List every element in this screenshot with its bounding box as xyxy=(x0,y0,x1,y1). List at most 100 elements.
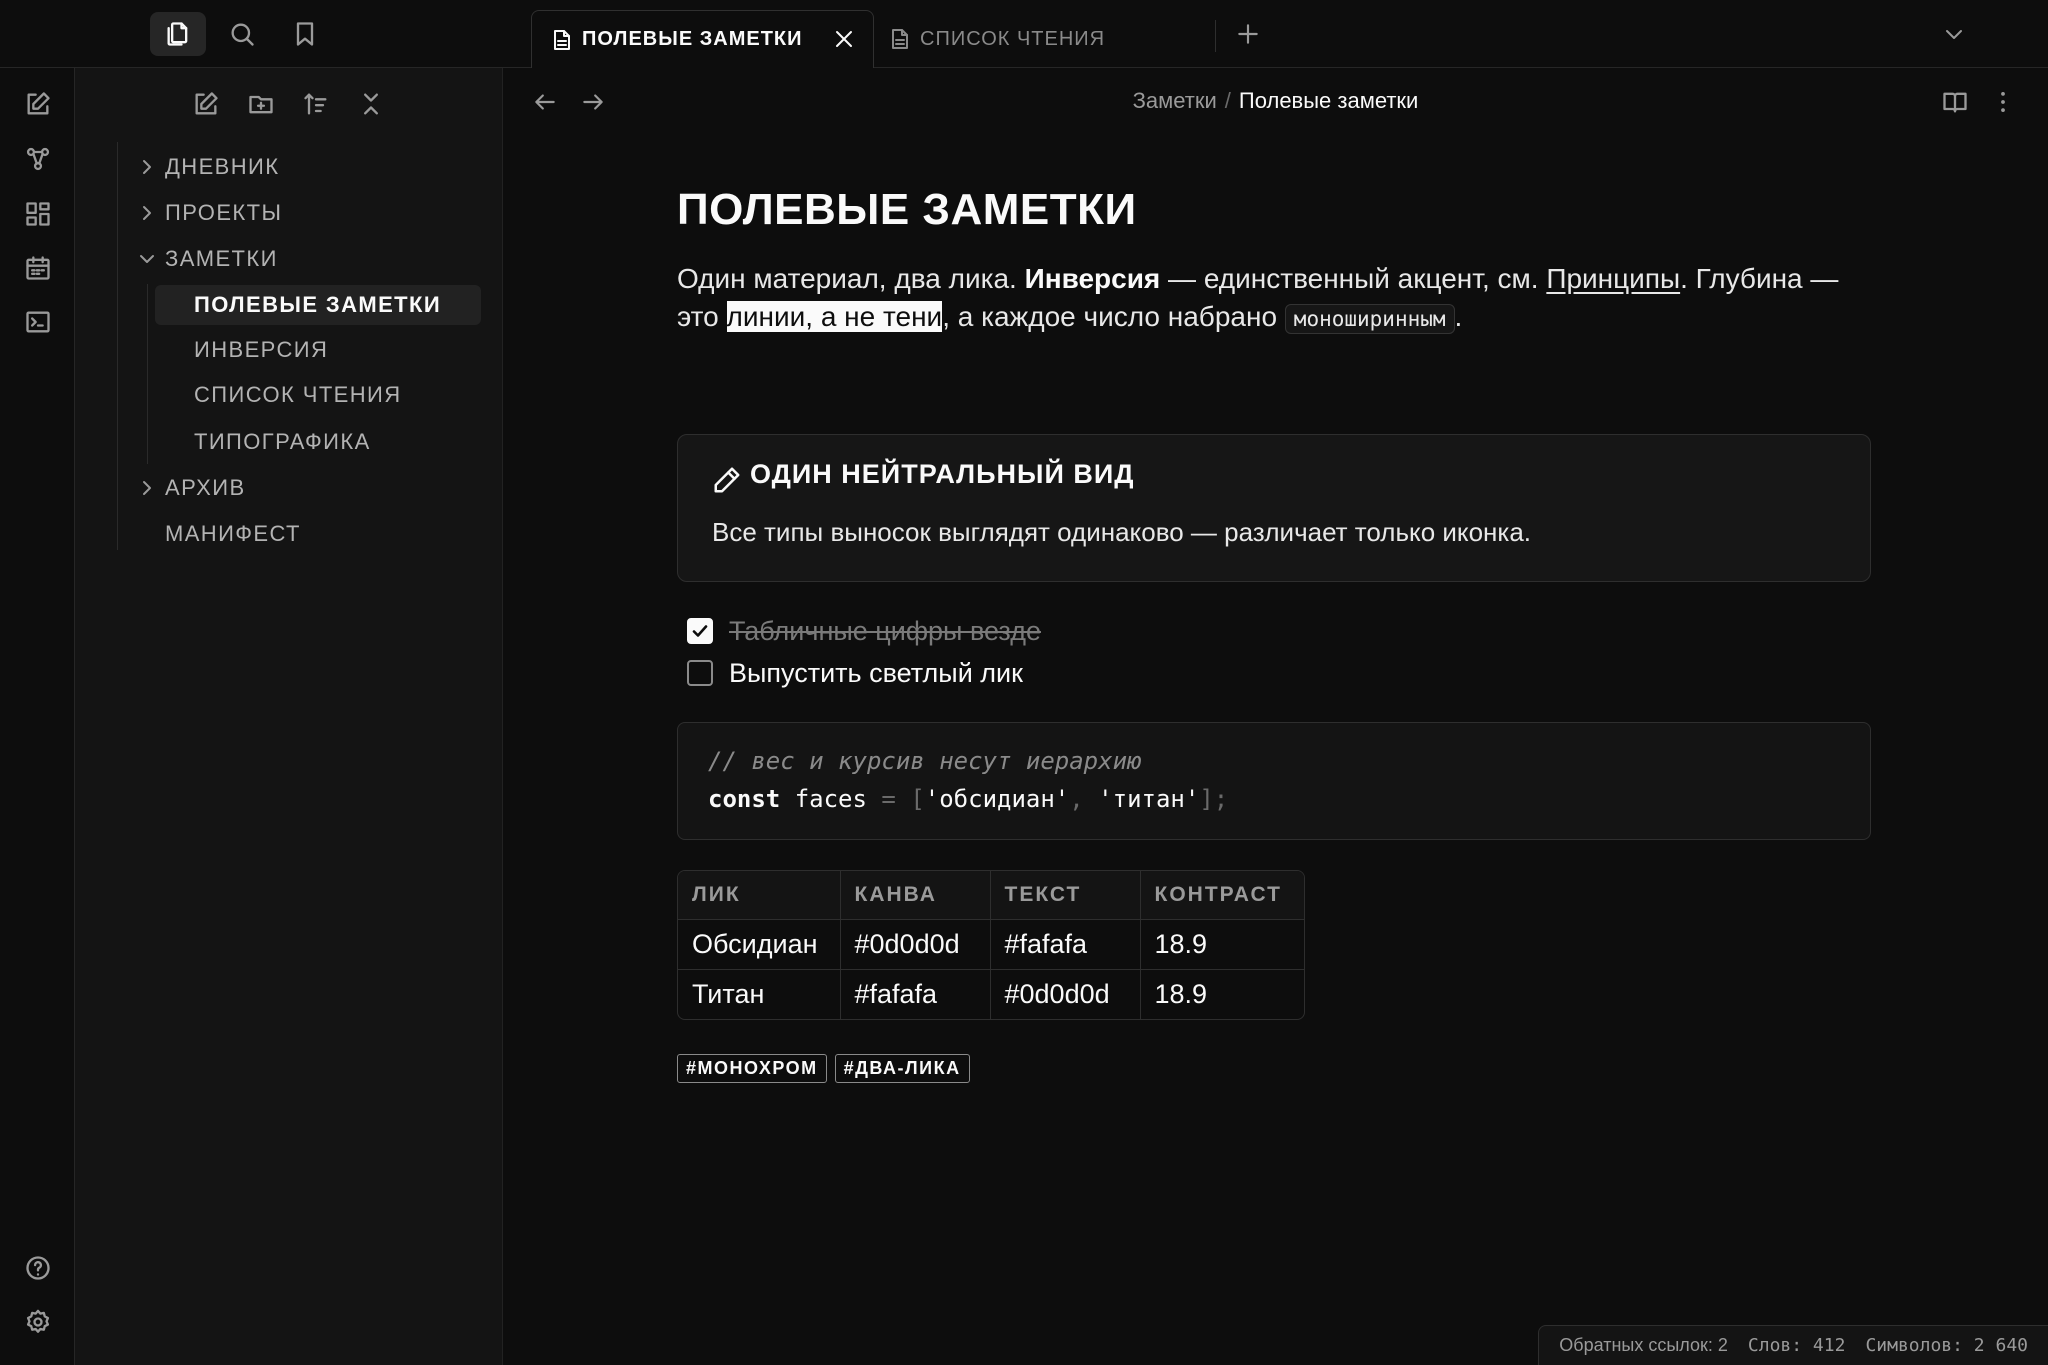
tree-file-label: ПОЛЕВЫЕ ЗАМЕТКИ xyxy=(194,292,442,317)
code-string: 'обсидиан' xyxy=(924,785,1070,813)
chevron-right-icon xyxy=(137,203,157,223)
terminal-icon[interactable] xyxy=(22,306,54,338)
breadcrumb: Заметки / Полевые заметки xyxy=(503,88,2048,114)
tree-folder-label: ПРОЕКТЫ xyxy=(165,200,283,225)
task-text: Выпустить светлый лик xyxy=(729,657,1023,688)
table-header: КОНТРАСТ xyxy=(1140,871,1304,920)
tag[interactable]: #ДВА-ЛИКА xyxy=(834,1054,970,1083)
tree-folder-label: ДНЕВНИК xyxy=(165,154,280,179)
code-string: 'титан' xyxy=(1098,785,1200,813)
breadcrumb-parent[interactable]: Заметки xyxy=(1133,88,1217,113)
callout-title: ОДИН НЕЙТРАЛЬНЫЙ ВИД xyxy=(750,459,1135,489)
tree-folder-label: ЗАМЕТКИ xyxy=(165,246,278,271)
task-checkbox[interactable] xyxy=(687,660,713,686)
table-header: ТЕКСТ xyxy=(990,871,1141,920)
settings-icon[interactable] xyxy=(22,1306,54,1338)
code-comment: // вес и курсив несут иерархию xyxy=(708,747,1142,775)
highlighted-text: линии, а не тени xyxy=(726,301,943,332)
pencil-icon xyxy=(712,465,742,495)
tab-label: ПОЛЕВЫЕ ЗАМЕТКИ xyxy=(582,28,803,50)
search-icon[interactable] xyxy=(214,12,270,56)
status-backlinks[interactable]: Обратных ссылок: 2 xyxy=(1559,1335,1728,1356)
tag-list: #МОНОХРОМ #ДВА-ЛИКА xyxy=(677,1054,970,1083)
table-header: ЛИК xyxy=(678,871,841,920)
task-checkbox[interactable] xyxy=(687,618,713,644)
tree-folder-diary[interactable]: ДНЕВНИК xyxy=(143,147,280,187)
new-folder-icon[interactable] xyxy=(245,88,277,120)
table-cell: 18.9 xyxy=(1154,978,1208,1009)
table-cell: #0d0d0d xyxy=(990,969,1141,1019)
task-item: Выпустить светлый лик xyxy=(687,656,1023,690)
bold-text: Инверсия xyxy=(1024,263,1161,294)
code-keyword: const xyxy=(708,785,781,813)
tree-folder-archive[interactable]: АРХИВ xyxy=(143,468,246,508)
new-tab-icon[interactable] xyxy=(1220,12,1276,56)
data-table: ЛИК КАНВА ТЕКСТ КОНТРАСТ Обсидиан #0d0d0… xyxy=(677,870,1305,1020)
tree-guide xyxy=(147,284,148,464)
collapse-icon[interactable] xyxy=(355,88,387,120)
ribbon xyxy=(0,68,75,1365)
status-chars: Символов: 2 640 xyxy=(1865,1335,2028,1356)
chevron-down-icon[interactable] xyxy=(1926,12,1982,56)
tab-label: СПИСОК ЧТЕНИЯ xyxy=(920,27,1106,50)
calendar-icon[interactable] xyxy=(22,252,54,284)
files-icon[interactable] xyxy=(150,12,206,56)
note-content: ПОЛЕВЫЕ ЗАМЕТКИ Один материал, два лика.… xyxy=(677,178,1877,1083)
tree-file-label: СПИСОК ЧТЕНИЯ xyxy=(194,382,402,407)
tree-file-field-notes[interactable]: ПОЛЕВЫЕ ЗАМЕТКИ xyxy=(155,285,481,325)
text-run: . xyxy=(1454,301,1463,332)
text-run: Один материал, два лика. xyxy=(677,263,1025,294)
new-note-icon[interactable] xyxy=(190,88,222,120)
tag[interactable]: #МОНОХРОМ xyxy=(677,1054,827,1083)
breadcrumb-current[interactable]: Полевые заметки xyxy=(1239,88,1418,113)
sort-icon[interactable] xyxy=(300,88,332,120)
breadcrumb-separator: / xyxy=(1224,88,1231,113)
title-bar: ПОЛЕВЫЕ ЗАМЕТКИ СПИСОК ЧТЕНИЯ xyxy=(0,0,2048,68)
help-icon[interactable] xyxy=(22,1252,54,1284)
code-bracket: ]; xyxy=(1199,785,1229,813)
code-comma: , xyxy=(1069,785,1099,813)
note-paragraph: Один материал, два лика. Инверсия — един… xyxy=(677,260,1877,338)
editor-pane: Заметки / Полевые заметки ПОЛЕВЫЕ ЗАМЕТКИ … xyxy=(503,68,2048,1365)
table-cell: #fafafa xyxy=(840,969,991,1019)
grid-icon[interactable] xyxy=(22,198,54,230)
chevron-right-icon xyxy=(137,478,157,498)
text-run: , а каждое число набрано xyxy=(942,301,1285,332)
tree-folder-label: АРХИВ xyxy=(165,475,246,500)
more-options-icon[interactable] xyxy=(1987,86,2019,118)
tree-file-typography[interactable]: ТИПОГРАФИКА xyxy=(194,422,371,462)
inline-code: моноширинным xyxy=(1284,304,1455,334)
tree-folder-projects[interactable]: ПРОЕКТЫ xyxy=(143,193,283,233)
tree-file-label: МАНИФЕСТ xyxy=(165,521,301,546)
file-explorer: ДНЕВНИК ПРОЕКТЫ ЗАМЕТКИ ПОЛЕВЫЕ ЗАМЕТКИ … xyxy=(75,68,503,1365)
bookmark-icon[interactable] xyxy=(277,12,333,56)
note-title: ПОЛЕВЫЕ ЗАМЕТКИ xyxy=(677,185,1137,234)
tree-guide xyxy=(117,142,118,550)
code-identifier: faces xyxy=(780,785,882,813)
table-header-row: ЛИК КАНВА ТЕКСТ КОНТРАСТ xyxy=(678,871,1304,920)
close-icon[interactable] xyxy=(833,28,855,50)
new-note-icon[interactable] xyxy=(22,88,54,120)
table-row: Титан #fafafa #0d0d0d 18.9 xyxy=(678,969,1304,1019)
task-item: Табличные цифры везде xyxy=(687,614,1041,648)
task-text: Табличные цифры везде xyxy=(729,615,1041,646)
tree-folder-notes[interactable]: ЗАМЕТКИ xyxy=(140,239,278,279)
tab-field-notes[interactable]: ПОЛЕВЫЕ ЗАМЕТКИ xyxy=(531,10,874,68)
table-cell: #0d0d0d xyxy=(840,919,991,970)
code-bracket: [ xyxy=(910,785,925,813)
tree-file-manifesto[interactable]: МАНИФЕСТ xyxy=(165,514,301,554)
code-line: const faces = ['обсидиан', 'титан']; xyxy=(708,785,1228,813)
tree-file-label: ИНВЕРСИЯ xyxy=(194,337,329,362)
code-operator: = xyxy=(881,785,911,813)
internal-link[interactable]: Принципы xyxy=(1546,263,1680,294)
tab-reading-list[interactable]: СПИСОК ЧТЕНИЯ xyxy=(874,10,1204,68)
graph-icon[interactable] xyxy=(22,143,54,175)
status-words: Слов: 412 xyxy=(1747,1335,1846,1356)
tab-divider xyxy=(1215,20,1216,52)
callout: ОДИН НЕЙТРАЛЬНЫЙ ВИД Все типы выносок вы… xyxy=(677,434,1871,582)
chevron-down-icon xyxy=(137,249,157,269)
tree-file-reading-list[interactable]: СПИСОК ЧТЕНИЯ xyxy=(194,375,402,415)
tree-file-inversion[interactable]: ИНВЕРСИЯ xyxy=(194,330,328,370)
reading-view-icon[interactable] xyxy=(1939,86,1971,118)
callout-body: Все типы выносок выглядят одинаково — ра… xyxy=(712,517,1532,547)
